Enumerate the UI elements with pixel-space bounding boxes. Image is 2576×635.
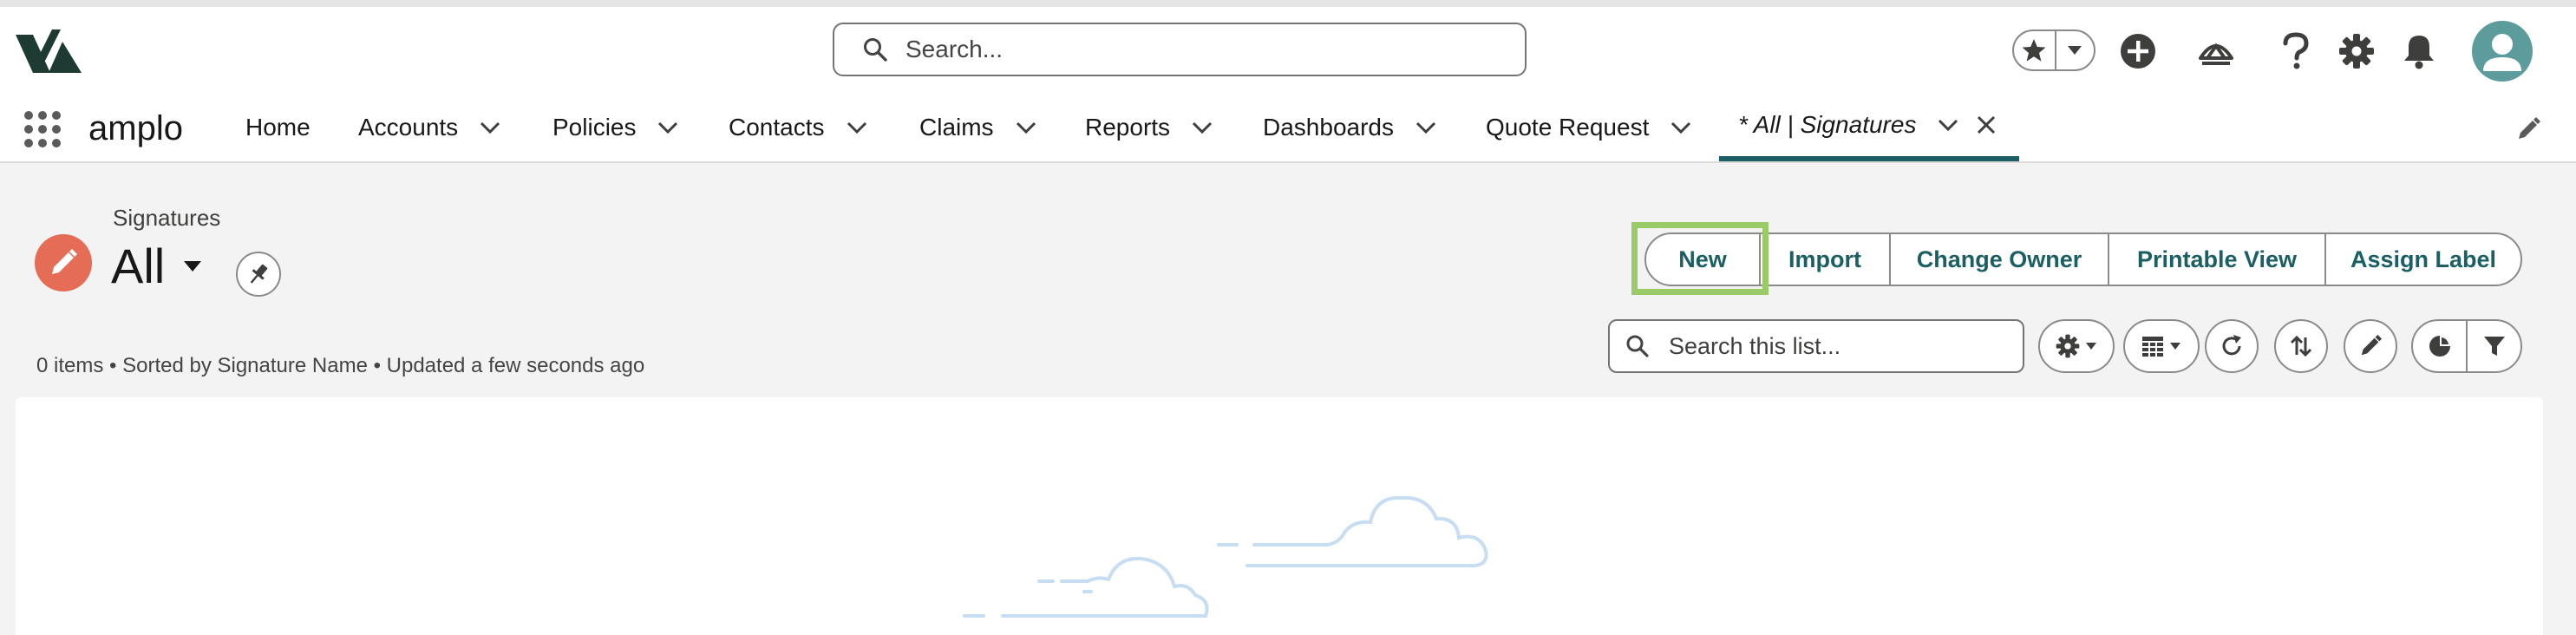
nav-tab-policies[interactable]: Policies <box>552 94 681 161</box>
table-icon <box>2142 337 2163 357</box>
nav-tab-label: Policies <box>552 114 637 141</box>
close-icon[interactable] <box>1973 112 1999 138</box>
nav-tab-label: Dashboards <box>1263 114 1394 141</box>
search-icon <box>1626 335 1649 357</box>
chevron-down-icon[interactable] <box>844 115 870 141</box>
nav-tab-all-signatures[interactable]: * All | Signatures <box>1719 94 2019 161</box>
show-charts-button[interactable] <box>2413 321 2468 371</box>
display-as-button[interactable] <box>2123 319 2200 373</box>
list-view-selector[interactable]: All <box>111 238 203 294</box>
chevron-down-icon[interactable] <box>1013 115 1039 141</box>
filter-icon <box>2483 337 2505 356</box>
chevron-down-icon[interactable] <box>1668 115 1694 141</box>
chevron-down-icon <box>2068 46 2082 55</box>
nav-tab-label: * All | Signatures <box>1738 111 1917 138</box>
favorite-button[interactable] <box>2014 31 2056 69</box>
pie-chart-icon <box>2429 336 2450 357</box>
trailhead-button[interactable] <box>2193 28 2239 75</box>
chart-filter-group <box>2411 319 2522 373</box>
chevron-down-icon[interactable] <box>1189 115 1215 141</box>
caret-down-icon <box>184 260 202 272</box>
list-view-name: All <box>111 239 166 293</box>
help-button[interactable] <box>2272 28 2319 75</box>
notifications-button[interactable] <box>2396 28 2442 75</box>
favorites-menu-button[interactable] <box>2056 31 2094 69</box>
setup-button[interactable] <box>2333 28 2380 75</box>
list-actions-group: New Import Change Owner Printable View A… <box>1644 232 2522 286</box>
top-border <box>0 0 2576 7</box>
nav-tab-home[interactable]: Home <box>245 94 311 161</box>
object-label: Signatures <box>113 205 221 231</box>
app-launcher-icon[interactable] <box>23 109 62 149</box>
global-search-input[interactable]: Search... <box>833 23 1527 76</box>
global-header: Search... <box>0 7 2576 94</box>
favorites-group <box>2012 29 2095 71</box>
nav-tab-contacts[interactable]: Contacts <box>729 94 870 161</box>
setup-gear-icon <box>2339 34 2374 69</box>
chevron-down-icon[interactable] <box>1413 115 1439 141</box>
navigation-bar: amplo Home Accounts Policies Contacts Cl… <box>0 94 2576 163</box>
app-name: amplo <box>88 109 183 147</box>
import-button[interactable]: Import <box>1759 234 1889 285</box>
avatar[interactable] <box>2472 21 2533 82</box>
pencil-icon <box>52 249 77 274</box>
nav-tab-dashboards[interactable]: Dashboards <box>1263 94 1439 161</box>
chevron-down-icon[interactable] <box>1935 112 1961 138</box>
logo-icon[interactable] <box>14 26 83 82</box>
global-search-placeholder: Search... <box>906 36 1004 62</box>
nav-tab-label: Quote Request <box>1486 114 1650 141</box>
nav-tab-label: Accounts <box>358 114 459 141</box>
empty-state-clouds-illustration <box>963 495 1488 618</box>
global-actions-button[interactable] <box>2115 28 2161 75</box>
sort-icon <box>2290 335 2312 357</box>
nav-tab-quote-request[interactable]: Quote Request <box>1486 94 1694 161</box>
search-icon <box>864 38 887 62</box>
star-icon <box>2022 39 2046 62</box>
list-view-controls-button[interactable] <box>2038 319 2115 373</box>
nav-tab-label: Home <box>245 114 311 141</box>
trailhead-icon <box>2199 43 2233 65</box>
chevron-down-icon[interactable] <box>655 115 681 141</box>
pin-list-view-button[interactable] <box>236 252 281 297</box>
add-icon <box>2121 34 2155 69</box>
list-status-text: 0 items • Sorted by Signature Name • Upd… <box>36 354 645 377</box>
filter-button[interactable] <box>2468 321 2520 371</box>
inline-edit-button[interactable] <box>2344 319 2397 373</box>
nav-tab-label: Contacts <box>729 114 825 141</box>
refresh-button[interactable] <box>2205 319 2259 373</box>
new-button[interactable]: New <box>1646 234 1759 285</box>
nav-tab-accounts[interactable]: Accounts <box>358 94 503 161</box>
caret-down-icon <box>2086 343 2096 350</box>
help-icon <box>2283 32 2309 69</box>
pin-icon <box>250 264 268 284</box>
notification-bell-icon <box>2404 36 2434 69</box>
assign-label-button[interactable]: Assign Label <box>2324 234 2520 285</box>
printable-view-button[interactable]: Printable View <box>2108 234 2324 285</box>
nav-tab-label: Reports <box>1085 114 1171 141</box>
settings-gear-icon <box>2056 334 2080 358</box>
edit-nav-pencil-icon[interactable] <box>2515 116 2541 142</box>
caret-down-icon <box>2170 343 2180 350</box>
change-owner-button[interactable]: Change Owner <box>1889 234 2108 285</box>
refresh-icon <box>2222 335 2241 356</box>
nav-tab-label: Claims <box>919 114 994 141</box>
nav-tab-reports[interactable]: Reports <box>1085 94 1215 161</box>
signature-object-icon <box>35 234 92 291</box>
pencil-icon <box>2361 334 2383 356</box>
list-search-input[interactable]: Search this list... <box>1608 319 2024 373</box>
sort-button[interactable] <box>2274 319 2328 373</box>
avatar-icon <box>2483 34 2521 71</box>
chevron-down-icon[interactable] <box>477 115 503 141</box>
nav-tab-claims[interactable]: Claims <box>919 94 1039 161</box>
list-search-placeholder: Search this list... <box>1669 332 1841 359</box>
